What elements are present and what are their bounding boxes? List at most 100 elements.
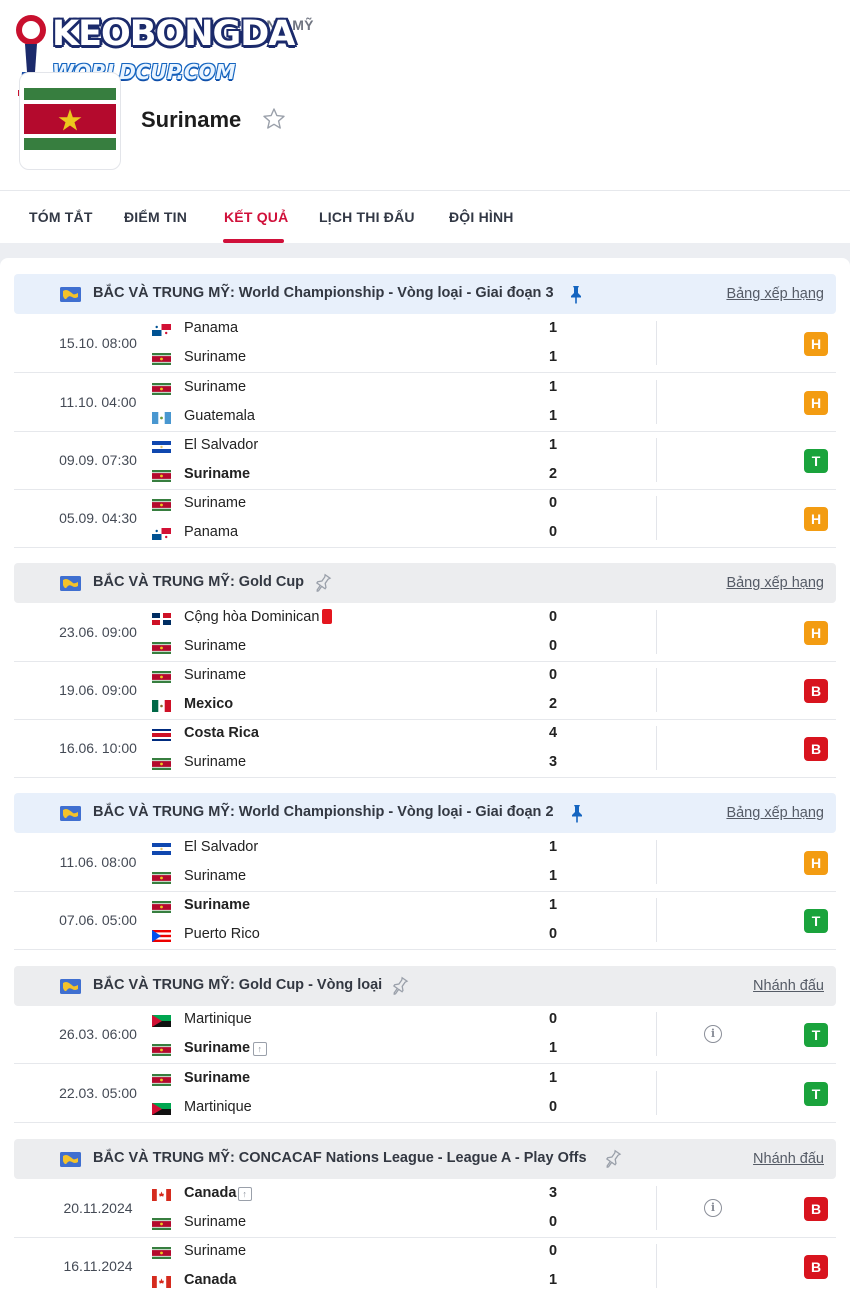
favorite-star-icon[interactable] xyxy=(262,107,286,131)
standings-link[interactable]: Bảng xếp hạng xyxy=(726,286,824,302)
world-region-icon xyxy=(60,576,81,591)
home-score: 0 xyxy=(548,1011,558,1027)
tab-squad[interactable]: ĐỘI HÌNH xyxy=(449,209,514,225)
martinique-flag-icon xyxy=(152,1103,171,1115)
tab-fixtures[interactable]: LỊCH THI ĐẤU xyxy=(319,209,415,225)
result-badge: H xyxy=(804,507,828,531)
home-score: 1 xyxy=(548,1070,558,1086)
match-row[interactable]: 15.10. 08:00 Panama 1 Suriname 1 H xyxy=(14,315,836,373)
column-divider xyxy=(656,1012,657,1056)
pin-icon[interactable] xyxy=(313,573,333,593)
away-team: Martinique 0 xyxy=(152,1097,572,1119)
home-team: Cộng hòa Dominican 0 xyxy=(152,607,572,629)
home-team-name: Costa Rica xyxy=(184,725,259,741)
away-team-name: Suriname xyxy=(184,349,247,365)
pin-icon[interactable] xyxy=(567,803,587,823)
result-badge: B xyxy=(804,1197,828,1221)
league-header: BẮC VÀ TRUNG MỸ: Gold Cup - Vòng loại Nhá… xyxy=(14,966,836,1006)
match-time: 15.10. 08:00 xyxy=(59,335,137,351)
match-row[interactable]: 22.03. 05:00 Suriname 1 Martinique 0 T xyxy=(14,1065,836,1123)
match-row[interactable]: 16.11.2024 Suriname 0 Canada 1 B xyxy=(14,1238,836,1294)
match-row[interactable]: 26.03. 06:00 Martinique 0 Suriname ↑ 1 i T xyxy=(14,1006,836,1064)
league-title[interactable]: BẮC VÀ TRUNG MỸ: Gold Cup - Vòng loại xyxy=(93,977,382,993)
home-team: Suriname 0 xyxy=(152,665,572,687)
suriname-flag-icon xyxy=(152,1074,171,1086)
advance-icon: ↑ xyxy=(237,1187,252,1201)
tab-news[interactable]: ĐIỂM TIN xyxy=(124,209,187,225)
away-team: Suriname 3 xyxy=(152,752,572,774)
match-time: 05.09. 04:30 xyxy=(59,510,137,526)
active-tab-indicator xyxy=(223,239,284,243)
away-score: 1 xyxy=(548,349,558,365)
league-title[interactable]: BẮC VÀ TRUNG MỸ: World Championship - Vò… xyxy=(93,285,554,301)
costarica-flag-icon xyxy=(152,729,171,741)
home-team: Suriname 0 xyxy=(152,1241,572,1263)
standings-link[interactable]: Nhánh đấu xyxy=(753,1151,824,1167)
standings-link[interactable]: Bảng xếp hạng xyxy=(726,805,824,821)
match-row[interactable]: 20.11.2024 Canada ↑ 3 Suriname 0 i B xyxy=(14,1180,836,1238)
away-score: 2 xyxy=(548,466,558,482)
match-row[interactable]: 11.10. 04:00 Suriname 1 Guatemala 1 H xyxy=(14,374,836,432)
tab-results[interactable]: KẾT QUẢ xyxy=(224,209,288,225)
world-region-icon xyxy=(60,806,81,821)
world-region-icon xyxy=(60,1152,81,1167)
home-team-name: Suriname xyxy=(184,379,247,395)
pin-icon[interactable] xyxy=(603,1149,623,1169)
team-header: UNG MỸ KEOBONGDA WORLDCUP.COM Suriname T… xyxy=(0,0,850,243)
result-badge: H xyxy=(804,391,828,415)
column-divider xyxy=(656,496,657,540)
advance-icon: ↑ xyxy=(252,1042,267,1056)
column-divider xyxy=(656,1071,657,1115)
away-team-name: Panama xyxy=(184,524,239,540)
match-row[interactable]: 05.09. 04:30 Suriname 0 Panama 0 H xyxy=(14,490,836,548)
suriname-flag-icon xyxy=(152,470,171,482)
home-team: El Salvador 1 xyxy=(152,435,572,457)
league-header: BẮC VÀ TRUNG MỸ: Gold Cup Bảng xếp hạng xyxy=(14,563,836,603)
standings-link[interactable]: Bảng xếp hạng xyxy=(726,575,824,591)
elsalvador-flag-icon xyxy=(152,843,171,855)
match-row[interactable]: 23.06. 09:00 Cộng hòa Dominican 0 Suriname 0… xyxy=(14,604,836,662)
home-team-name: Martinique xyxy=(184,1011,252,1027)
suriname-flag-icon xyxy=(152,1247,171,1259)
away-team: Canada 1 xyxy=(152,1270,572,1292)
league-title[interactable]: BẮC VÀ TRUNG MỸ: CONCACAF Nations League… xyxy=(93,1150,587,1166)
suriname-flag-icon xyxy=(152,671,171,683)
pin-icon[interactable] xyxy=(390,976,410,996)
home-score: 0 xyxy=(548,495,558,511)
pin-icon[interactable] xyxy=(566,284,586,304)
home-team-name: Suriname xyxy=(184,495,247,511)
home-team: Suriname 1 xyxy=(152,1068,572,1090)
elsalvador-flag-icon xyxy=(152,441,171,453)
tab-summary[interactable]: TÓM TẮT xyxy=(29,209,93,225)
away-team: Panama 0 xyxy=(152,522,572,544)
away-team-name: Suriname xyxy=(184,1214,247,1230)
home-score: 0 xyxy=(548,667,558,683)
team-name: Suriname xyxy=(141,107,242,132)
result-badge: H xyxy=(804,332,828,356)
guatemala-flag-icon xyxy=(152,412,171,424)
match-time: 16.06. 10:00 xyxy=(59,740,137,756)
match-time: 11.10. 04:00 xyxy=(59,394,137,410)
suriname-flag-icon xyxy=(152,499,171,511)
suriname-flag-icon xyxy=(152,758,171,770)
info-icon[interactable]: i xyxy=(704,1199,722,1217)
match-row[interactable]: 11.06. 08:00 El Salvador 1 Suriname 1 H xyxy=(14,834,836,892)
away-team-name: Canada xyxy=(184,1272,237,1288)
match-row[interactable]: 16.06. 10:00 Costa Rica 4 Suriname 3 B xyxy=(14,720,836,778)
match-time: 16.11.2024 xyxy=(63,1258,133,1274)
info-icon[interactable]: i xyxy=(704,1025,722,1043)
match-row[interactable]: 09.09. 07:30 El Salvador 1 Suriname 2 T xyxy=(14,432,836,490)
red-card-icon xyxy=(321,609,332,624)
puertorico-flag-icon xyxy=(152,930,171,942)
away-team-name: Suriname xyxy=(184,638,247,654)
column-divider xyxy=(656,840,657,884)
standings-link[interactable]: Nhánh đấu xyxy=(753,978,824,994)
home-score: 3 xyxy=(548,1185,558,1201)
result-badge: B xyxy=(804,679,828,703)
match-row[interactable]: 19.06. 09:00 Suriname 0 Mexico 2 B xyxy=(14,662,836,720)
away-team: Puerto Rico 0 xyxy=(152,924,572,946)
league-title[interactable]: BẮC VÀ TRUNG MỸ: World Championship - Vò… xyxy=(93,804,554,820)
league-title[interactable]: BẮC VÀ TRUNG MỸ: Gold Cup xyxy=(93,574,304,590)
home-team-name: Cộng hòa Dominican xyxy=(184,609,320,625)
match-row[interactable]: 07.06. 05:00 Suriname 1 Puerto Rico 0 T xyxy=(14,892,836,950)
